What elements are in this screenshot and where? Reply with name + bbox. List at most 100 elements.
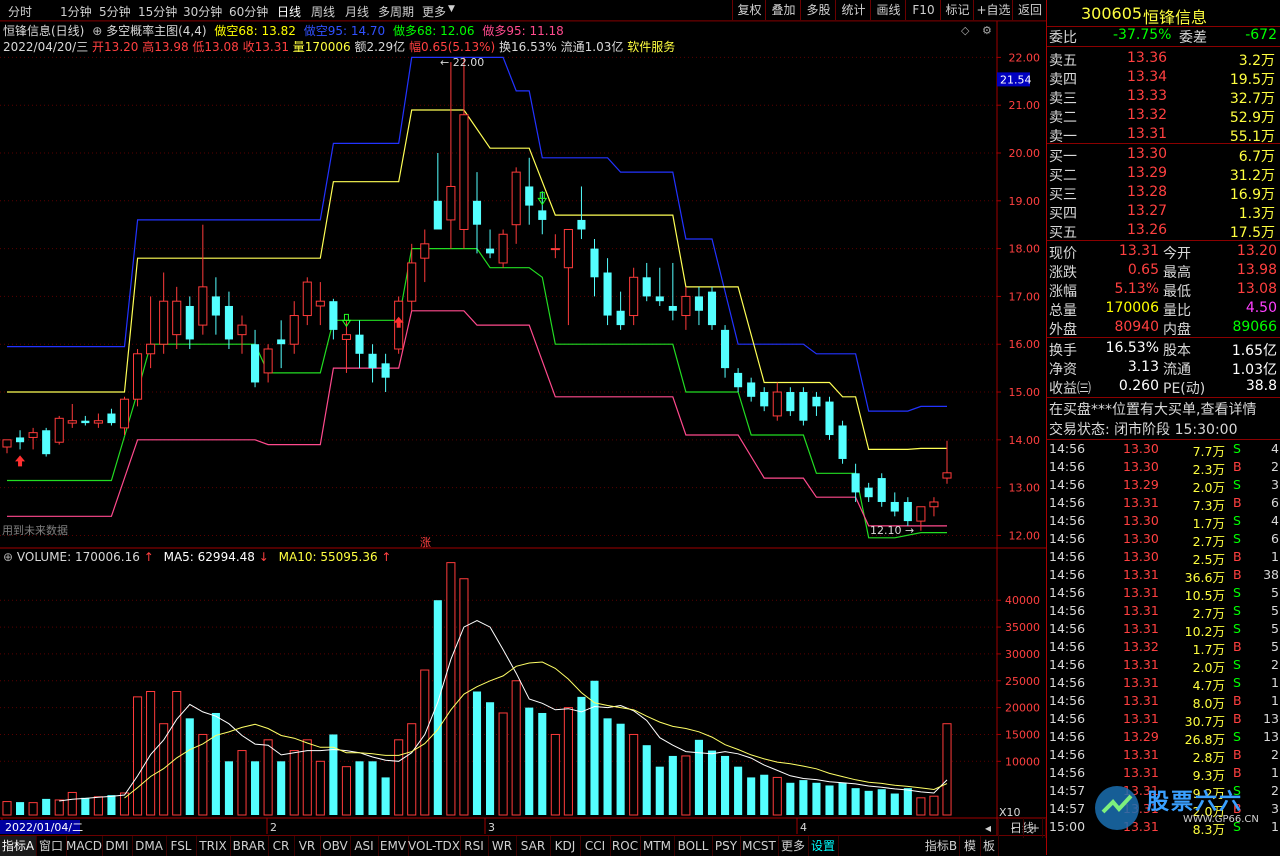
diamond-icon[interactable]: ◇: [961, 24, 969, 37]
volume-bar: [577, 696, 586, 815]
kline-chart[interactable]: 12.00 13.00 14.00 15.00 16.00 17.00 18.00 19.00…: [0, 0, 1046, 835]
stat-value: 80940: [1114, 319, 1159, 335]
volume-collapse-icon[interactable]: ⊕: [3, 550, 13, 564]
notice-text[interactable]: 在买盘***位置有大买单,查看详情: [1049, 399, 1256, 419]
indicator-tab-指标a[interactable]: 指标A: [0, 836, 37, 856]
stat-value: 13.20: [1236, 243, 1277, 259]
indicator-tab-brar[interactable]: BRAR: [230, 836, 269, 856]
candle-body: [381, 363, 390, 378]
candle-body: [446, 185, 456, 221]
tick-count: 5: [1271, 585, 1279, 600]
candle: [825, 396, 834, 440]
scroll-left-button[interactable]: ◂: [978, 818, 999, 838]
volume-bar: [760, 774, 769, 815]
volume-bar: [107, 795, 116, 815]
tick-side: S: [1233, 729, 1241, 744]
price-tick-label: 19.00: [1009, 195, 1041, 208]
indicator-tab-vr[interactable]: VR: [294, 836, 321, 856]
candle: [251, 329, 260, 388]
settings-icon[interactable]: ⚙: [982, 24, 992, 37]
tick-volume: 2.7万: [1192, 534, 1225, 549]
indicator-tab-wr[interactable]: WR: [488, 836, 517, 856]
tick-time: 14:56: [1049, 531, 1086, 546]
candle-body: [407, 262, 417, 302]
volume-bar: [315, 760, 325, 816]
candle: [577, 186, 586, 240]
candle: [54, 415, 64, 445]
tick-price: 13.31: [1123, 621, 1159, 636]
candle-body: [694, 296, 703, 311]
fund-label: 流通: [1163, 362, 1191, 378]
volume-bar: [903, 788, 912, 815]
indicator-tab-obv[interactable]: OBV: [320, 836, 351, 856]
indicator-tab-mtm[interactable]: MTM: [640, 836, 675, 856]
right-tab-0[interactable]: 指标B: [923, 836, 960, 856]
indicator-tab-设置[interactable]: 设置: [808, 836, 839, 856]
price-tick-label: 12.00: [1009, 529, 1041, 542]
candle: [525, 157, 534, 225]
indicator-tab-fsl[interactable]: FSL: [166, 836, 197, 856]
tick-count: 4: [1271, 441, 1279, 456]
indicator-tab-更多[interactable]: 更多: [778, 836, 809, 856]
indicator-tab-trix[interactable]: TRIX: [196, 836, 231, 856]
indicator-tab-cci[interactable]: CCI: [580, 836, 611, 856]
candle-body: [172, 300, 182, 336]
zoom-out-button[interactable]: -: [1003, 818, 1024, 838]
bid-row: 买五 13.26 17.5万: [1047, 222, 1279, 241]
volume-bar: [877, 789, 886, 815]
indicator-tab-psy[interactable]: PSY: [712, 836, 741, 856]
big-order-notice[interactable]: 在买盘***位置有大买单,查看详情: [1047, 399, 1279, 418]
tick-volume: 1.7万: [1192, 642, 1225, 657]
bid-level-label: 买一: [1049, 149, 1077, 165]
right-tab-1[interactable]: 模: [960, 836, 981, 856]
indicator-tab-kdj[interactable]: KDJ: [550, 836, 581, 856]
candle: [472, 172, 482, 254]
ma5-down-arrow-icon: ↓: [258, 550, 269, 564]
tick-time: 14:56: [1049, 675, 1086, 690]
candle: [864, 482, 873, 502]
volume-bar: [211, 712, 220, 815]
candle: [903, 497, 912, 526]
tick-row: 14:56 13.31 7.3万 B 6: [1047, 495, 1280, 513]
candle-body: [67, 420, 77, 424]
stat-label: 今开: [1163, 246, 1191, 262]
volume-tick-label: 20000: [1005, 702, 1040, 715]
indicator-tab-asi[interactable]: ASI: [350, 836, 379, 856]
tick-time: 14:56: [1049, 567, 1086, 582]
indicator-tab-macd[interactable]: MACD: [66, 836, 103, 856]
zoom-in-button[interactable]: +: [1025, 818, 1046, 838]
indicator-tab-emv[interactable]: EMV: [378, 836, 409, 856]
indicator-tab-boll[interactable]: BOLL: [674, 836, 713, 856]
tick-side: S: [1233, 513, 1241, 528]
stat-label: 最低: [1163, 284, 1191, 300]
tick-row: 14:56 13.31 9.3万 B 1: [1047, 765, 1280, 783]
candle: [655, 267, 664, 306]
volume-bar: [747, 777, 756, 815]
tick-time: 14:56: [1049, 441, 1086, 456]
buy-signal-arrow-icon: [15, 455, 26, 467]
indicator-tab-vol-tdx[interactable]: VOL-TDX: [408, 836, 461, 856]
volume-bar: [694, 739, 703, 815]
indicator-tab-窗口[interactable]: 窗口: [36, 836, 67, 856]
volume-bar: [681, 755, 691, 816]
candle: [381, 353, 390, 393]
fund-label: 净资: [1049, 362, 1077, 378]
indicator-tab-cr[interactable]: CR: [268, 836, 295, 856]
trade-status: 交易状态: 闭市阶段 15:30:00: [1049, 422, 1238, 438]
indicator-tab-rsi[interactable]: RSI: [460, 836, 489, 856]
indicator-tab-dma[interactable]: DMA: [132, 836, 167, 856]
indicator-tab-sar[interactable]: SAR: [516, 836, 551, 856]
indicator-tab-roc[interactable]: ROC: [610, 836, 641, 856]
candle: [433, 153, 442, 230]
volume-bar: [668, 755, 677, 815]
indicator-tab-mcst[interactable]: MCST: [740, 836, 779, 856]
tick-side: S: [1233, 441, 1241, 456]
candle-body: [721, 329, 730, 369]
volume-bar: [355, 761, 364, 815]
stat-label: 外盘: [1049, 322, 1077, 338]
right-tab-2[interactable]: 板: [980, 836, 999, 856]
indicator-tab-dmi[interactable]: DMI: [102, 836, 133, 856]
candle-body: [185, 305, 194, 340]
candle-body: [538, 210, 547, 220]
candle: [67, 403, 77, 428]
